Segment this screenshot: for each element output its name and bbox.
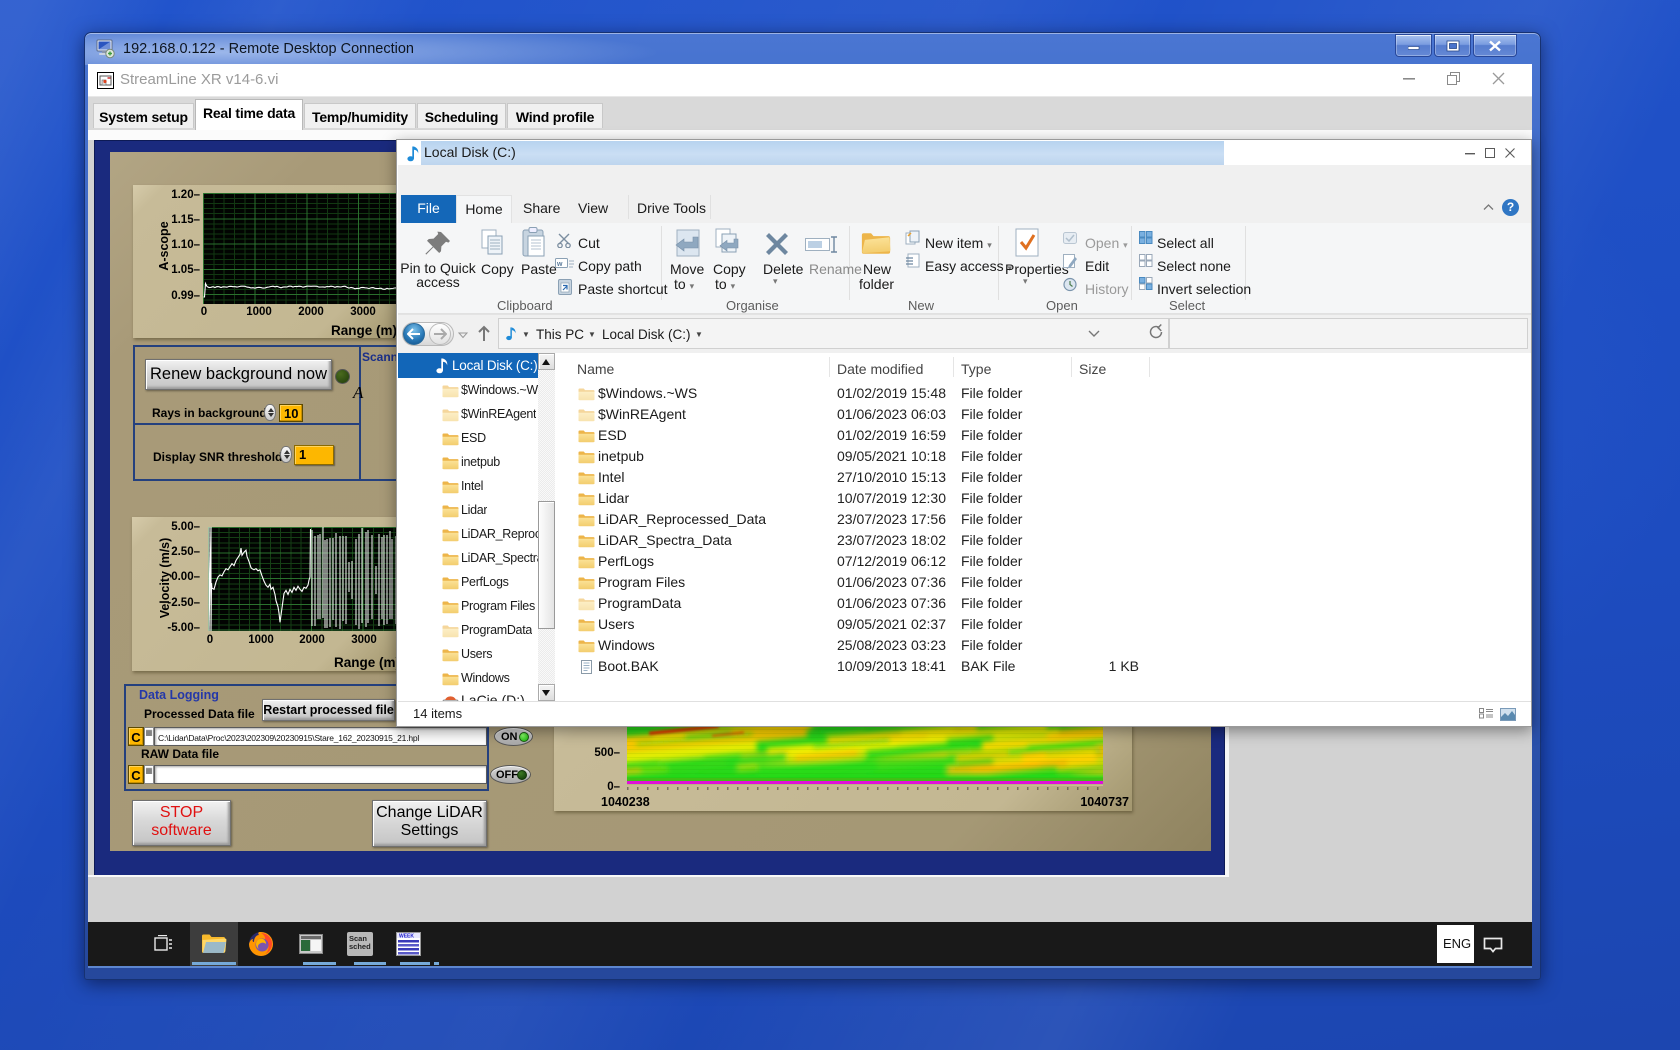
svg-text:WEEK: WEEK — [399, 934, 414, 940]
svg-text:w: w — [556, 261, 563, 268]
